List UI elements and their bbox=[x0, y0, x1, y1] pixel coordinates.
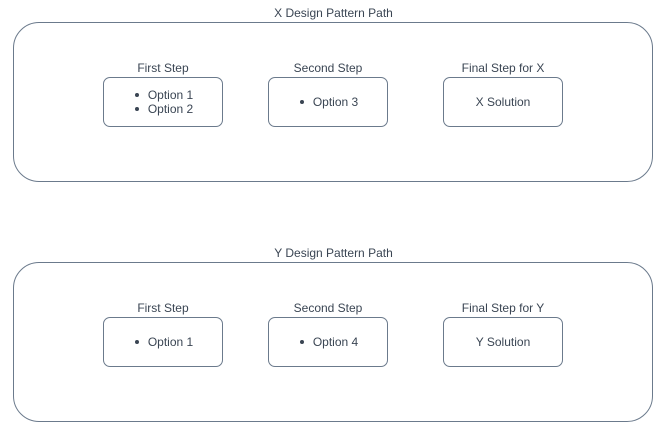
y-second-step-options: Option 4 bbox=[298, 335, 358, 349]
y-final-step-label: Final Step for Y bbox=[461, 301, 545, 315]
option-item: Option 2 bbox=[133, 102, 193, 116]
option-item: Option 4 bbox=[298, 335, 358, 349]
x-second-step-box[interactable]: Option 3 bbox=[268, 77, 388, 127]
x-first-step-options: Option 1 Option 2 bbox=[133, 88, 193, 116]
y-second-step-box[interactable]: Option 4 bbox=[268, 317, 388, 367]
option-item: Option 1 bbox=[133, 335, 193, 349]
x-solution-text: X Solution bbox=[475, 95, 531, 109]
y-path-title: Y Design Pattern Path bbox=[274, 246, 393, 260]
y-first-step-options: Option 1 bbox=[133, 335, 193, 349]
x-first-step-label: First Step bbox=[137, 61, 189, 75]
x-first-step-box[interactable]: Option 1 Option 2 bbox=[103, 77, 223, 127]
y-first-step-box[interactable]: Option 1 bbox=[103, 317, 223, 367]
x-final-step-label: Final Step for X bbox=[461, 61, 545, 75]
x-second-step-options: Option 3 bbox=[298, 95, 358, 109]
x-path-title: X Design Pattern Path bbox=[274, 6, 393, 20]
y-final-step-box[interactable]: Y Solution bbox=[443, 317, 563, 367]
x-final-step-box[interactable]: X Solution bbox=[443, 77, 563, 127]
y-first-step-label: First Step bbox=[137, 301, 189, 315]
option-item: Option 1 bbox=[133, 88, 193, 102]
y-second-step-label: Second Step bbox=[293, 301, 363, 315]
x-second-step-label: Second Step bbox=[293, 61, 363, 75]
option-item: Option 3 bbox=[298, 95, 358, 109]
y-solution-text: Y Solution bbox=[475, 335, 531, 349]
